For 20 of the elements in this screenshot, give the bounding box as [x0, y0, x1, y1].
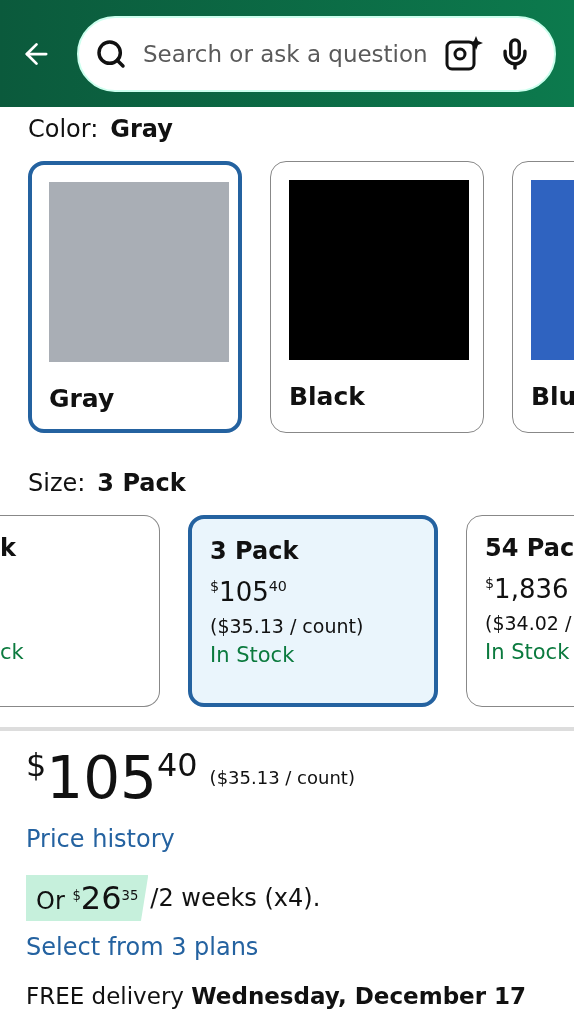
unit-price: ($35.13 / count): [209, 767, 355, 788]
search-icon: [95, 37, 127, 70]
size-value: 3 Pack: [97, 469, 186, 497]
plans-link[interactable]: Select from 3 plans: [26, 933, 259, 961]
size-label: Size:: [28, 469, 86, 497]
installment-badge: Or $^{$}$26$^{35}$: [26, 875, 149, 921]
search-field[interactable]: Search or ask a question: [141, 39, 438, 68]
color-option[interactable]: Gray: [28, 161, 242, 433]
search-bar[interactable]: Search or ask a question: [77, 15, 556, 92]
price-history-link[interactable]: Price history: [26, 825, 175, 853]
color-value: Gray: [110, 115, 173, 143]
color-option[interactable]: Blu: [512, 161, 574, 433]
size-option[interactable]: 3 Pack $^{$}$105$^{40}$ ($35.13 / count) In Stock: [188, 515, 438, 707]
installment-period: /2 weeks (x4).: [150, 884, 321, 912]
size-option[interactable]: 54 Pac $^{$}$1,836 ($34.02 / In Stock: [466, 515, 574, 707]
color-label: Color:: [28, 115, 99, 143]
size-option[interactable]: k ck: [0, 515, 160, 707]
color-option[interactable]: Black: [270, 161, 484, 433]
delivery-text: FREE delivery Wednesday, December 17: [26, 983, 528, 1009]
price: $^{$}$105$^{40}$: [26, 749, 198, 807]
